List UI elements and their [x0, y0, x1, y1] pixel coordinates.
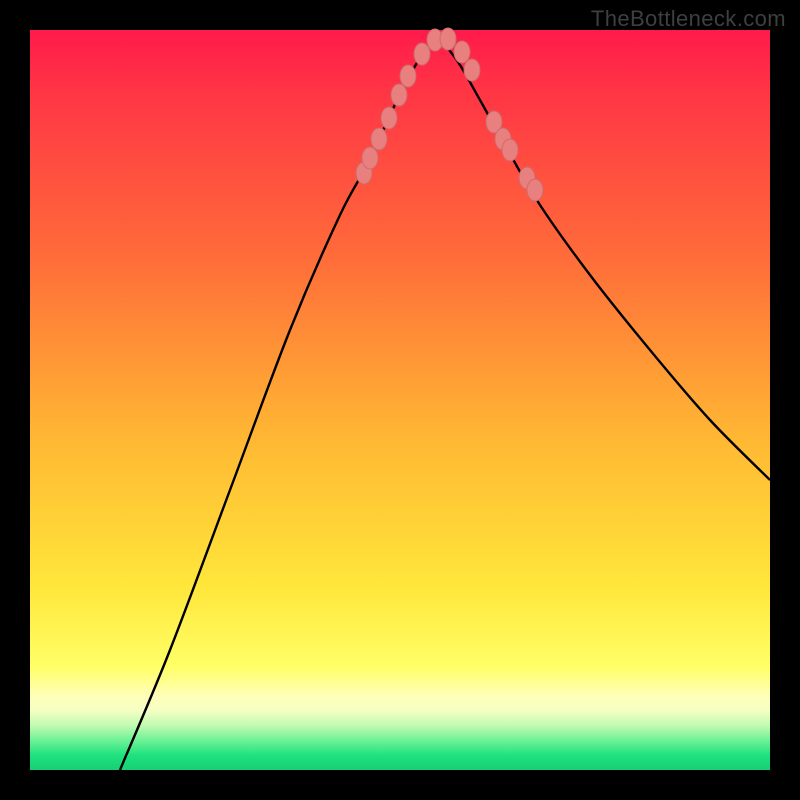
marker-dot — [440, 28, 456, 50]
marker-dot — [414, 43, 430, 65]
marker-dot — [400, 65, 416, 87]
chart-frame: TheBottleneck.com — [0, 0, 800, 800]
marker-dot — [527, 179, 543, 201]
chart-svg — [30, 30, 770, 770]
marker-dot — [454, 41, 470, 63]
plot-area — [30, 30, 770, 770]
marker-dot — [362, 147, 378, 169]
curve-right — [435, 35, 770, 480]
marker-dot — [371, 128, 387, 150]
marker-dot — [464, 59, 480, 81]
watermark-text: TheBottleneck.com — [591, 6, 786, 32]
marker-dot — [391, 84, 407, 106]
data-markers — [356, 28, 543, 201]
marker-dot — [502, 139, 518, 161]
curve-left — [120, 35, 435, 770]
marker-dot — [381, 107, 397, 129]
